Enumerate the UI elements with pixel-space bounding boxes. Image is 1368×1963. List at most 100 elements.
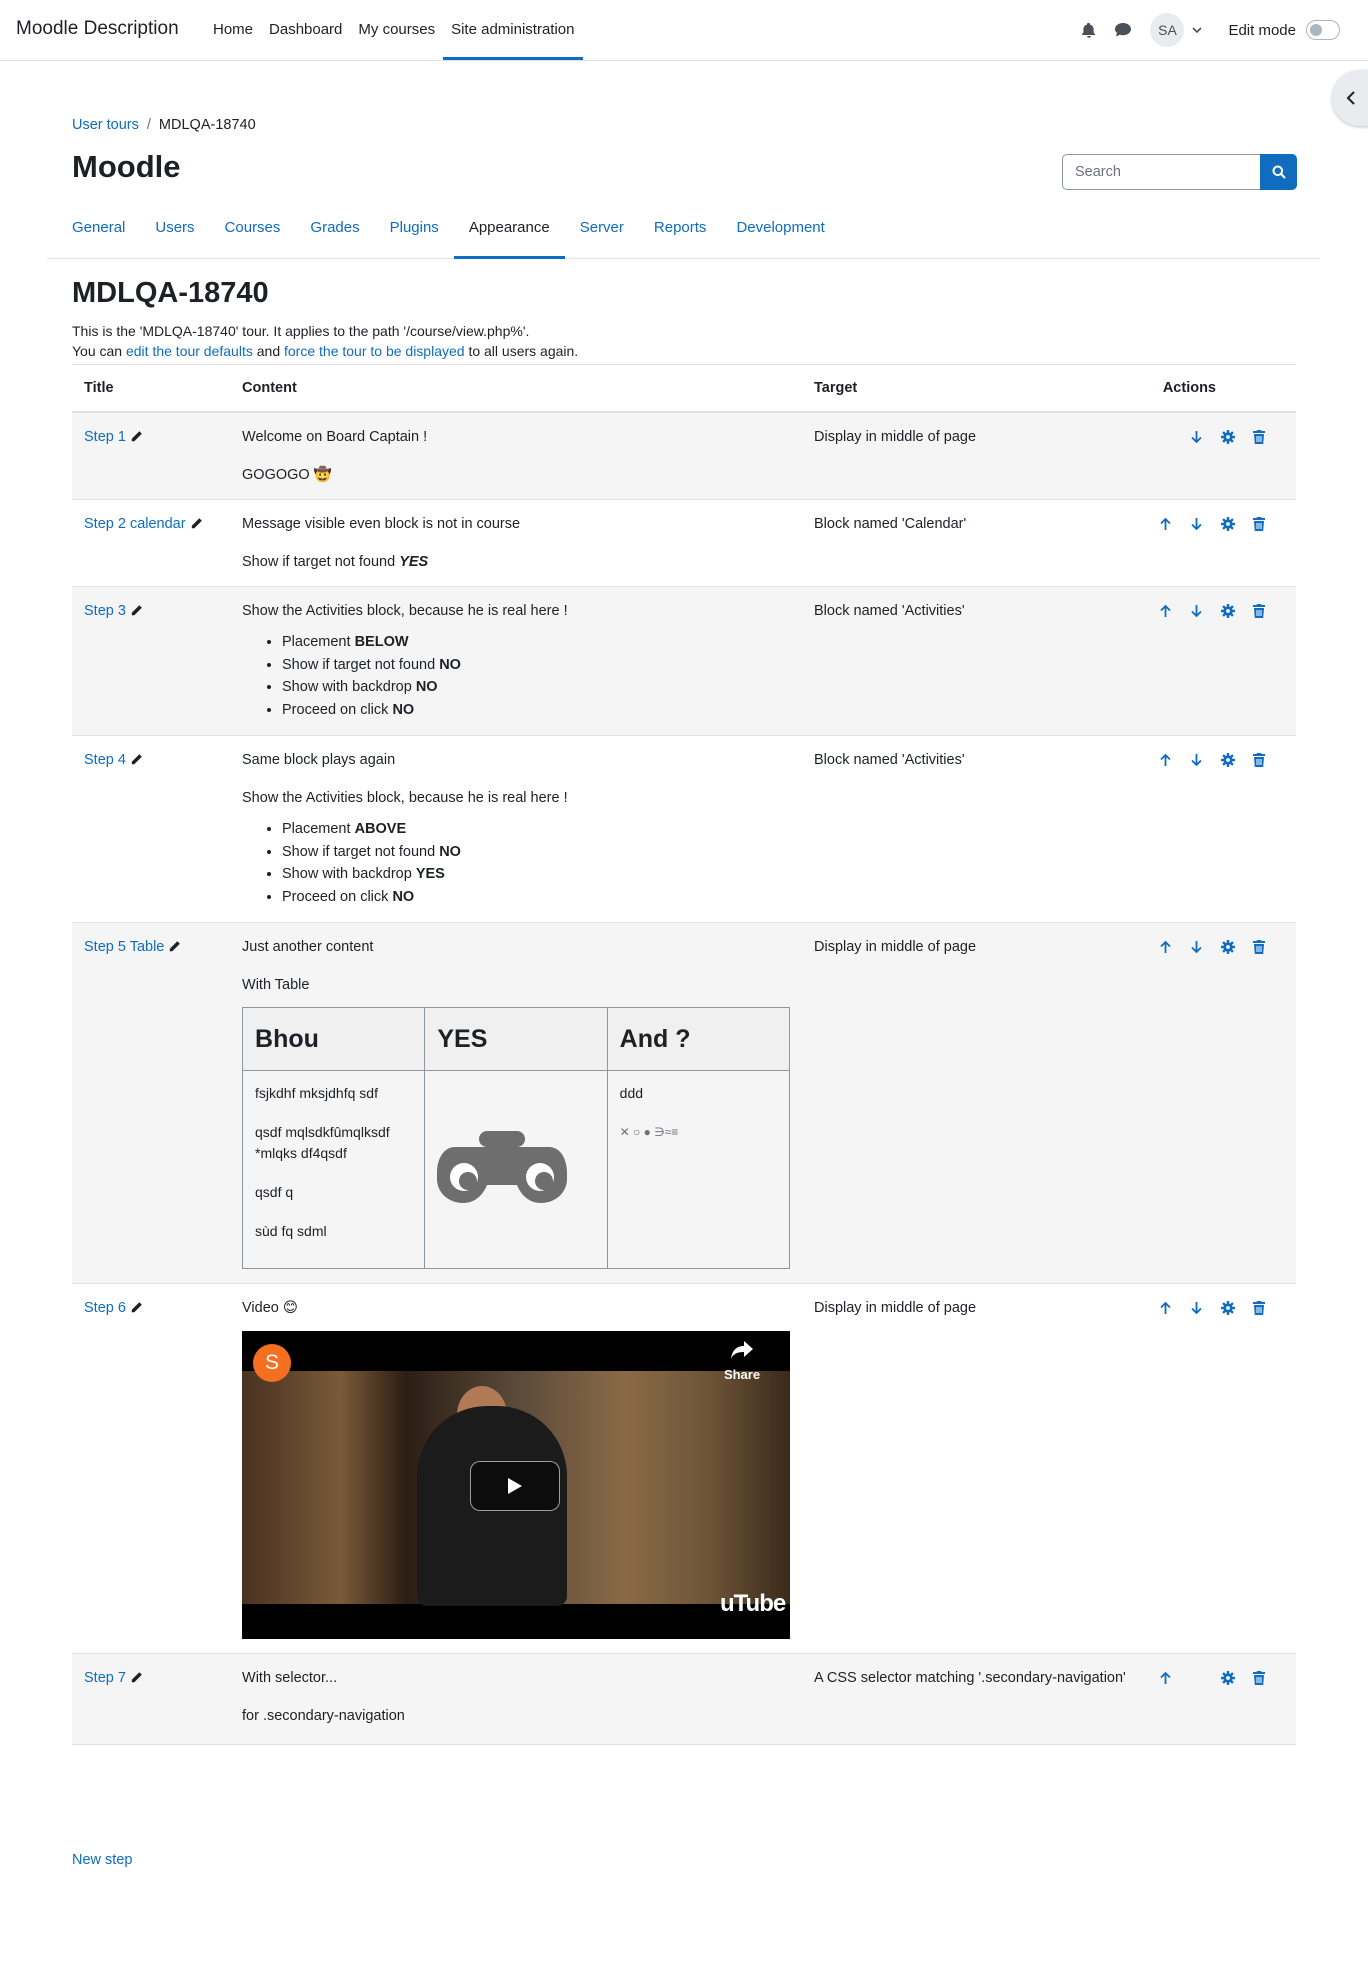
tour-description: This is the 'MDLQA-18740' tour. It appli… [72, 321, 578, 361]
table-header-row: Title Content Target Actions [72, 364, 1296, 413]
step-content-text: for .secondary-navigation [242, 1708, 405, 1724]
option-value: YES [415, 866, 445, 882]
tab-general[interactable]: General [72, 210, 140, 259]
gear-icon[interactable] [1218, 1298, 1237, 1318]
notifications-bell-icon[interactable] [1072, 0, 1106, 60]
nav-site-administration[interactable]: Site administration [443, 0, 583, 60]
edit-pencil-icon[interactable] [130, 752, 143, 772]
trash-icon[interactable] [1249, 601, 1268, 621]
tour-path-text: This is the 'MDLQA-18740' tour. It appli… [72, 323, 530, 339]
step-link[interactable]: Step 2 calendar [84, 516, 186, 532]
tab-reports[interactable]: Reports [639, 210, 722, 259]
step-content-cell: Just another content With Table Bhou YES… [230, 922, 803, 1284]
cell-text: sùd fq sdml [255, 1223, 327, 1239]
move-up-arrow-icon[interactable] [1156, 514, 1175, 534]
trash-icon[interactable] [1249, 514, 1268, 534]
tab-development[interactable]: Development [721, 210, 839, 259]
edit-mode-toggle[interactable] [1306, 20, 1340, 40]
user-avatar[interactable]: SA [1150, 13, 1185, 47]
gear-icon[interactable] [1218, 427, 1237, 447]
nav-my-courses[interactable]: My courses [350, 0, 443, 60]
move-down-arrow-icon[interactable] [1187, 514, 1206, 534]
move-down-arrow-icon[interactable] [1187, 601, 1206, 621]
tab-courses[interactable]: Courses [210, 210, 296, 259]
share-button[interactable]: Share [718, 1341, 766, 1385]
move-down-arrow-icon[interactable] [1187, 427, 1206, 447]
move-up-arrow-icon[interactable] [1156, 1298, 1175, 1318]
channel-avatar[interactable]: S [253, 1344, 292, 1382]
table-row: Step 5 Table Just another content With T… [72, 922, 1296, 1284]
tab-users[interactable]: Users [140, 210, 209, 259]
list-item: Show with backdrop YES [282, 863, 790, 886]
move-down-arrow-icon[interactable] [1187, 937, 1206, 957]
smiley-emoji-icon: 😊 [282, 1300, 298, 1316]
move-up-arrow-icon[interactable] [1156, 601, 1175, 621]
trash-icon[interactable] [1249, 427, 1268, 447]
table-row: Step 3 Show the Activities block, becaus… [72, 586, 1296, 736]
option-label: Show with backdrop [282, 866, 416, 882]
step-content-cell: Video 😊 S Share uTube [230, 1283, 803, 1654]
gear-icon[interactable] [1218, 1668, 1237, 1688]
force-tour-link[interactable]: force the tour to be displayed [284, 343, 465, 359]
open-drawer-button[interactable] [1332, 70, 1368, 126]
gear-icon[interactable] [1218, 514, 1237, 534]
tab-grades[interactable]: Grades [295, 210, 374, 259]
nav-dashboard[interactable]: Dashboard [261, 0, 350, 60]
breadcrumb-separator: / [146, 117, 151, 133]
gear-icon[interactable] [1218, 937, 1237, 957]
trash-icon[interactable] [1249, 750, 1268, 770]
step-actions-cell [1144, 412, 1296, 500]
edit-pencil-icon[interactable] [130, 1300, 143, 1320]
step-title-cell: Step 7 [72, 1653, 231, 1745]
option-label: Placement [282, 634, 355, 650]
step-link[interactable]: Step 7 [84, 1670, 126, 1686]
trash-icon[interactable] [1249, 1298, 1268, 1318]
step-content-text: Show if target not found YES [242, 552, 790, 572]
list-item: Proceed on click NO [282, 886, 790, 909]
new-step-link[interactable]: New step [72, 1852, 132, 1868]
gear-icon[interactable] [1218, 601, 1237, 621]
user-menu-chevron-down-icon[interactable] [1192, 22, 1203, 38]
search-input[interactable] [1062, 154, 1260, 190]
move-down-arrow-icon[interactable] [1187, 1298, 1206, 1318]
trash-icon[interactable] [1249, 937, 1268, 957]
embedded-cell: ddd ✕ ○ ● ∋≈≡ [606, 1070, 791, 1269]
site-brand[interactable]: Moodle Description [16, 18, 179, 40]
messages-chat-icon[interactable] [1106, 0, 1140, 60]
step-link[interactable]: Step 6 [84, 1300, 126, 1316]
step-link[interactable]: Step 4 [84, 752, 126, 768]
trash-icon[interactable] [1249, 1668, 1268, 1688]
search-button[interactable] [1260, 154, 1297, 190]
edit-pencil-icon[interactable] [168, 939, 181, 959]
edit-tour-defaults-link[interactable]: edit the tour defaults [126, 343, 253, 359]
step-link[interactable]: Step 5 Table [84, 939, 164, 955]
step-link[interactable]: Step 1 [84, 429, 126, 445]
move-up-arrow-icon[interactable] [1156, 937, 1175, 957]
header-title: Title [72, 364, 231, 413]
edit-pencil-icon[interactable] [130, 1670, 143, 1690]
gear-icon[interactable] [1218, 750, 1237, 770]
edit-pencil-icon[interactable] [130, 429, 143, 449]
embedded-video[interactable]: S Share uTube [242, 1331, 791, 1639]
step-target-cell: Block named 'Calendar' [802, 499, 1144, 587]
youtube-logo[interactable]: uTube [720, 1592, 786, 1616]
content-text: Show if target not found [242, 554, 400, 570]
embedded-table-header: Bhou YES And ? [242, 1007, 791, 1071]
step-link[interactable]: Step 3 [84, 603, 126, 619]
play-button[interactable] [470, 1461, 561, 1511]
step-content-text: Video 😊 [242, 1298, 790, 1318]
option-label: Show if target not found [282, 656, 440, 673]
edit-pencil-icon[interactable] [190, 516, 203, 536]
step-content-text: Show the Activities block, because he is… [242, 603, 568, 619]
nav-home[interactable]: Home [205, 0, 261, 60]
breadcrumb-user-tours[interactable]: User tours [72, 117, 139, 133]
move-up-arrow-icon[interactable] [1156, 750, 1175, 770]
move-up-arrow-icon[interactable] [1156, 1668, 1175, 1688]
tab-plugins[interactable]: Plugins [375, 210, 454, 259]
binoculars-icon [437, 1130, 568, 1203]
tab-appearance[interactable]: Appearance [453, 210, 565, 259]
edit-pencil-icon[interactable] [130, 603, 143, 623]
tab-server[interactable]: Server [565, 210, 639, 259]
desc-and: and [252, 343, 284, 359]
move-down-arrow-icon[interactable] [1187, 750, 1206, 770]
